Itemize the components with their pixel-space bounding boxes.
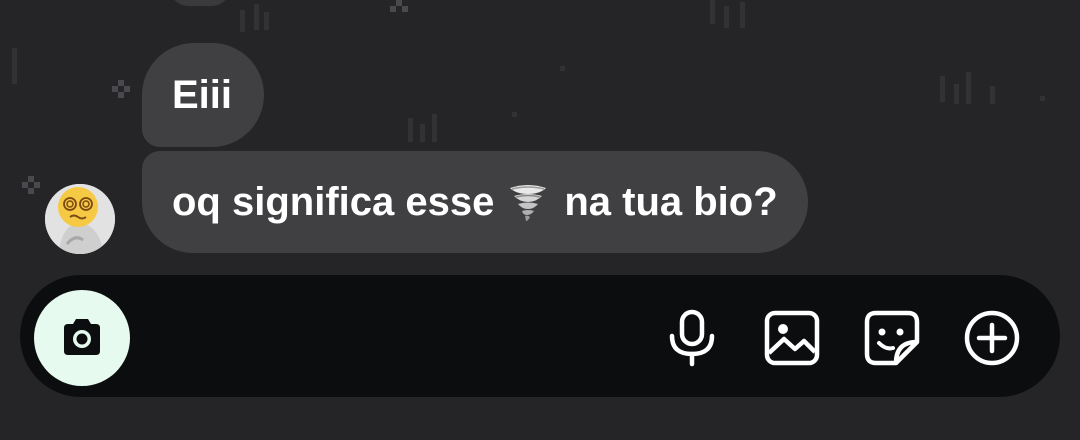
tornado-emoji-icon: [510, 185, 547, 221]
message-text: na tua bio?: [564, 180, 778, 224]
message-text: Eiii: [172, 73, 233, 117]
camera-icon: [64, 319, 100, 355]
sticker-icon: [864, 310, 920, 366]
message-text: oq significa esse: [172, 180, 495, 224]
gallery-button[interactable]: [760, 306, 824, 370]
previous-message-bubble[interactable]: [170, 0, 230, 6]
microphone-icon: [669, 309, 715, 367]
plus-circle-icon: [964, 310, 1020, 366]
image-icon: [764, 310, 820, 366]
message-bubble[interactable]: Eiii: [142, 43, 265, 147]
avatar-photo: [45, 184, 115, 254]
avatar[interactable]: [45, 184, 115, 254]
message-bubble[interactable]: oq significa esse na tua bio?: [142, 151, 808, 253]
more-options-button[interactable]: [960, 306, 1024, 370]
dizzy-face-emoji-icon: [58, 187, 98, 227]
microphone-button[interactable]: [660, 306, 724, 370]
camera-button[interactable]: [34, 290, 130, 386]
sticker-button[interactable]: [860, 306, 924, 370]
